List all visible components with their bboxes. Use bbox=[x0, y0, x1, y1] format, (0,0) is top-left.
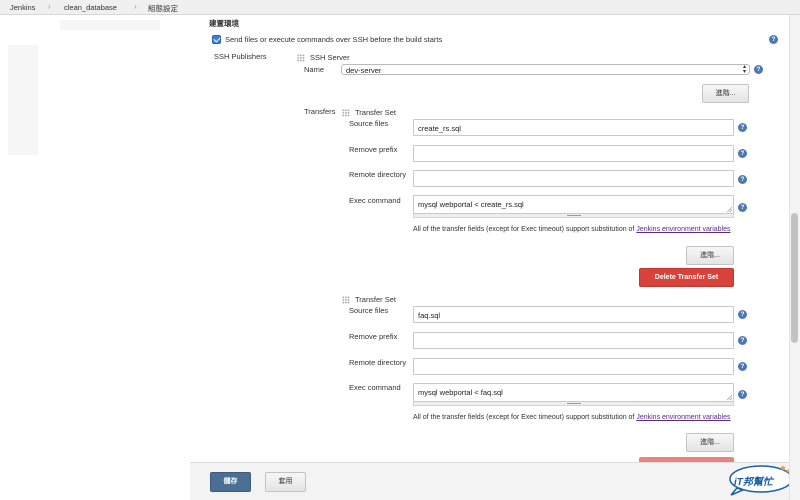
transfer-set-heading: Transfer Set bbox=[355, 108, 396, 117]
apply-button[interactable]: 套用 bbox=[265, 472, 306, 492]
breadcrumb-configure[interactable]: 組態設定 bbox=[148, 3, 178, 14]
source-files-input[interactable]: create_rs.sql bbox=[413, 119, 734, 136]
exec-command-value: mysql webportal < create_rs.sql bbox=[418, 200, 524, 209]
exec-command-textarea[interactable]: mysql webportal < create_rs.sql bbox=[413, 195, 734, 214]
server-name-select[interactable]: dev-server ▴ ▾ bbox=[341, 64, 750, 75]
delete-transfer-set-button[interactable]: Delete Transfer Set bbox=[639, 268, 734, 287]
remove-prefix-label: Remove prefix bbox=[349, 332, 398, 341]
server-name-label: Name bbox=[304, 65, 325, 74]
server-name-value: dev-server bbox=[346, 66, 382, 75]
remove-prefix-input[interactable] bbox=[413, 332, 734, 349]
remote-directory-input[interactable] bbox=[413, 358, 734, 375]
help-icon[interactable]: ? bbox=[738, 362, 747, 371]
help-icon[interactable]: ? bbox=[738, 336, 747, 345]
transfer-advanced-button[interactable]: 進階... bbox=[686, 246, 734, 265]
remove-prefix-label: Remove prefix bbox=[349, 145, 398, 154]
server-advanced-button[interactable]: 進階... bbox=[702, 84, 749, 103]
exec-command-textarea[interactable]: mysql webportal < faq.sql bbox=[413, 383, 734, 402]
help-icon[interactable]: ? bbox=[738, 123, 747, 132]
help-icon[interactable]: ? bbox=[769, 35, 778, 44]
ssh-publishers-label: SSH Publishers bbox=[214, 52, 267, 61]
sidebar-ghost bbox=[60, 20, 160, 30]
help-icon[interactable]: ? bbox=[738, 203, 747, 212]
env-variables-link[interactable]: Jenkins environment variables bbox=[636, 414, 730, 421]
ssh-before-build-checkbox[interactable] bbox=[212, 35, 221, 44]
save-button[interactable]: 儲存 bbox=[210, 472, 251, 492]
breadcrumb-jenkins[interactable]: Jenkins bbox=[10, 3, 35, 12]
transfers-label: Transfers bbox=[304, 107, 336, 116]
exec-command-value: mysql webportal < faq.sql bbox=[418, 388, 503, 397]
source-files-label: Source files bbox=[349, 119, 389, 128]
select-arrows-icon: ▴ ▾ bbox=[742, 64, 746, 75]
help-icon[interactable]: ? bbox=[738, 149, 747, 158]
ithome-watermark-logo: iT邦幫忙 bbox=[727, 462, 795, 496]
help-icon[interactable]: ? bbox=[738, 310, 747, 319]
textarea-resize-handle[interactable] bbox=[413, 214, 734, 218]
sidebar bbox=[0, 15, 190, 500]
drag-handle-icon[interactable] bbox=[297, 54, 305, 62]
ssh-before-build-label: Send files or execute commands over SSH … bbox=[225, 35, 443, 44]
exec-command-label: Exec command bbox=[349, 383, 401, 392]
breadcrumb-separator: › bbox=[134, 2, 137, 11]
help-icon[interactable]: ? bbox=[738, 175, 747, 184]
transfer-set-heading: Transfer Set bbox=[355, 295, 396, 304]
textarea-resize-handle[interactable] bbox=[413, 402, 734, 406]
exec-command-label: Exec command bbox=[349, 196, 401, 205]
substitution-note: All of the transfer fields (except for E… bbox=[413, 414, 731, 421]
help-icon[interactable]: ? bbox=[754, 65, 763, 74]
source-files-label: Source files bbox=[349, 306, 389, 315]
resize-grip-icon[interactable] bbox=[727, 207, 732, 212]
remote-directory-label: Remote directory bbox=[349, 170, 407, 179]
drag-handle-icon[interactable] bbox=[342, 296, 350, 304]
remote-directory-input[interactable] bbox=[413, 170, 734, 187]
breadcrumb-job[interactable]: clean_database bbox=[64, 3, 117, 12]
drag-handle-icon[interactable] bbox=[342, 109, 350, 117]
sidebar-ghost bbox=[8, 45, 38, 155]
ssh-server-heading: SSH Server bbox=[310, 53, 350, 62]
resize-grip-icon[interactable] bbox=[727, 395, 732, 400]
transfer-advanced-button[interactable]: 進階... bbox=[686, 433, 734, 452]
help-icon[interactable]: ? bbox=[738, 390, 747, 399]
remove-prefix-input[interactable] bbox=[413, 145, 734, 162]
env-variables-link[interactable]: Jenkins environment variables bbox=[636, 226, 730, 233]
remote-directory-label: Remote directory bbox=[349, 358, 407, 367]
watermark-text: iT邦幫忙 bbox=[734, 477, 773, 488]
substitution-note: All of the transfer fields (except for E… bbox=[413, 226, 731, 233]
build-environment-heading: 建置環境 bbox=[209, 19, 239, 28]
scrollbar-thumb[interactable] bbox=[791, 213, 798, 343]
source-files-input[interactable]: faq.sql bbox=[413, 306, 734, 323]
breadcrumb-separator: › bbox=[48, 2, 51, 11]
breadcrumb: Jenkins › clean_database › 組態設定 bbox=[0, 0, 800, 15]
